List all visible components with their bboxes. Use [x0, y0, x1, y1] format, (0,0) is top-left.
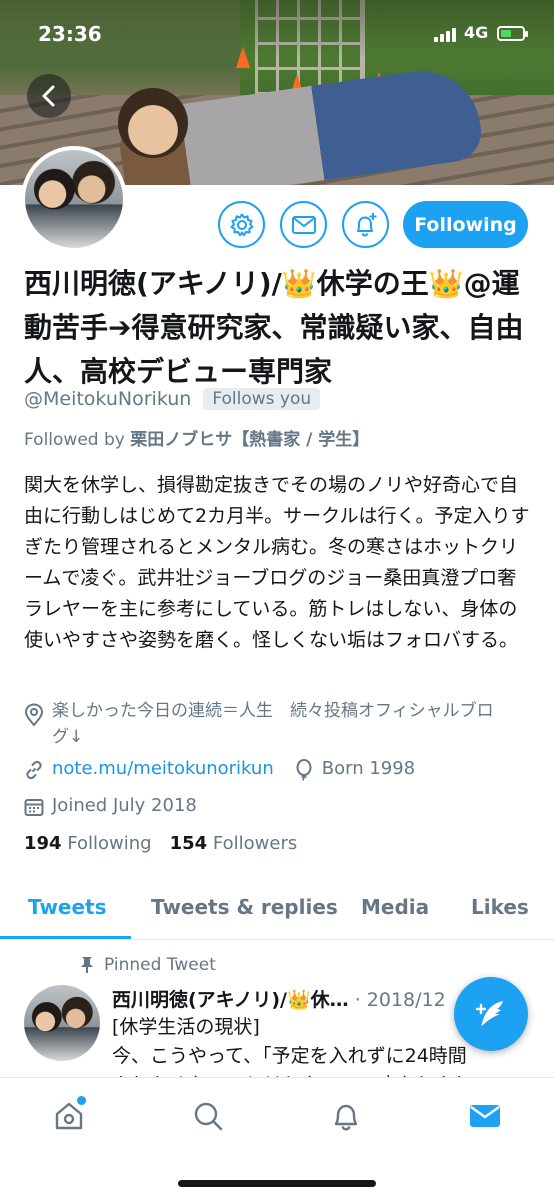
back-arrow-icon: [42, 85, 55, 107]
tweet-date: · 2018/12: [354, 989, 446, 1011]
status-time: 23:36: [38, 22, 102, 46]
nav-messages[interactable]: [465, 1096, 505, 1136]
followed-by[interactable]: Followed by 栗田ノブヒサ【熱書家 / 学生】: [24, 425, 369, 450]
bell-icon: [334, 1104, 358, 1131]
balloon-icon: [296, 759, 312, 781]
profile-tabs: Tweets Tweets & replies Media Likes: [0, 885, 554, 940]
follow-stats: 194 Following 154 Followers: [24, 833, 297, 854]
follows-you-badge: Follows you: [203, 388, 321, 410]
profile-avatar[interactable]: [21, 146, 127, 252]
home-notification-dot: [77, 1096, 86, 1105]
link-icon: [26, 760, 42, 780]
search-icon: [194, 1102, 223, 1131]
notify-button[interactable]: [342, 201, 389, 248]
following-count: 194: [24, 833, 62, 854]
message-button[interactable]: [280, 201, 327, 248]
profile-joined: Joined July 2018: [52, 795, 197, 816]
followers-stat[interactable]: 154 Followers: [170, 833, 298, 854]
followers-label: Followers: [212, 833, 298, 854]
pinned-tweet-text: Pinned Tweet: [104, 955, 216, 975]
signal-icon: [434, 26, 456, 42]
following-button[interactable]: Following: [403, 201, 528, 248]
mail-icon: [291, 215, 316, 234]
tab-tweets-replies[interactable]: Tweets & replies: [151, 895, 338, 919]
bell-plus-icon: [356, 212, 376, 237]
calendar-icon: [24, 799, 44, 816]
network-type: 4G: [464, 23, 489, 42]
nav-search[interactable]: [188, 1096, 228, 1136]
envelope-icon: [470, 1105, 500, 1127]
profile-bio: 関大を休学し、損得勘定抜きでその場のノリや好奇心で自由に行動しはじめて2カ月半。…: [24, 474, 530, 651]
home-indicator[interactable]: [178, 1180, 376, 1187]
followers-count: 154: [169, 833, 208, 854]
following-stat[interactable]: 194 Following: [24, 833, 152, 854]
handle-row: @MeitokuNorikun Follows you: [24, 388, 321, 410]
tab-media[interactable]: Media: [361, 895, 429, 919]
following-label: Following: [67, 833, 152, 854]
active-tab-indicator: [0, 936, 131, 939]
battery-icon: [497, 26, 528, 41]
followed-by-prefix: Followed by: [24, 430, 125, 450]
profile-birth: Born 1998: [321, 758, 416, 779]
tab-tweets[interactable]: Tweets: [28, 895, 107, 919]
settings-button[interactable]: [218, 201, 265, 248]
status-bar: 23:36 4G: [0, 14, 554, 54]
nav-home[interactable]: [49, 1096, 89, 1136]
profile-display-name: 西川明徳(アキノリ)/👑休学の王👑@運動苦手➔得意研究家、常識疑い家、自由人、高…: [24, 267, 524, 388]
tweet-avatar[interactable]: [24, 985, 100, 1061]
link-birth-row: note.mu/meitokunorikun Born 1998: [24, 758, 415, 781]
gear-icon: [230, 213, 253, 236]
location-pin-icon: [24, 703, 44, 727]
tab-likes[interactable]: Likes: [471, 895, 529, 919]
profile-location: 楽しかった今日の連続＝人生 続々投稿オフィシャルブログ↓: [52, 701, 494, 747]
banner-person-head: [118, 88, 188, 158]
location-row: 楽しかった今日の連続＝人生 続々投稿オフィシャルブログ↓: [24, 698, 502, 750]
pinned-tweet-label: Pinned Tweet: [80, 955, 216, 975]
joined-row: Joined July 2018: [24, 795, 197, 817]
back-button[interactable]: [27, 74, 71, 118]
tweet-author: 西川明徳(アキノリ)/👑休…: [112, 989, 349, 1011]
compose-icon: [475, 1001, 503, 1026]
profile-link[interactable]: note.mu/meitokunorikun: [52, 758, 274, 779]
nav-notifications[interactable]: [326, 1096, 366, 1136]
compose-button[interactable]: [454, 977, 528, 1051]
followed-by-name[interactable]: 栗田ノブヒサ【熱書家 / 学生】: [130, 430, 369, 450]
profile-handle: @MeitokuNorikun: [24, 388, 192, 410]
pin-icon: [81, 957, 93, 973]
